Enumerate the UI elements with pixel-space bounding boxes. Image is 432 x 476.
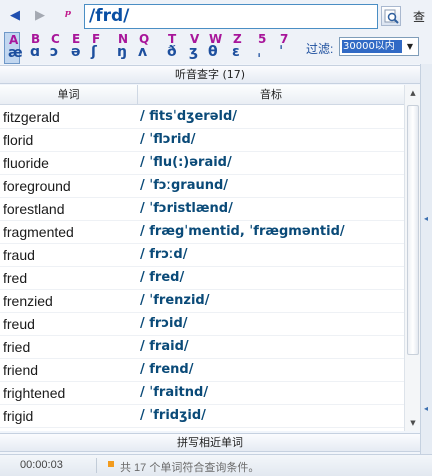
row-phonetic: / fraid/	[140, 339, 189, 354]
row-word: friend	[3, 362, 39, 378]
table-row[interactable]: foreground / ˈfɔːgraund/	[0, 175, 404, 198]
column-header-phonetic[interactable]: 音标	[138, 85, 404, 105]
phonetic-key[interactable]: Qʌ	[135, 32, 151, 64]
filter-select[interactable]: 30000以内 ▼	[339, 37, 419, 56]
row-phonetic: / ˈflɔrid/	[140, 132, 196, 147]
row-phonetic: / fred/	[140, 270, 185, 285]
row-word: fitzgerald	[3, 109, 60, 125]
dropdown-arrow-icon[interactable]: ▼	[403, 39, 417, 54]
results-header[interactable]: 听音查字 (17)	[0, 65, 420, 84]
filter-selected-value: 30000以内	[342, 40, 402, 53]
column-header-word[interactable]: 单词	[0, 85, 138, 105]
toolbar: ◀ ▶ ᵖ /frd/ 查	[0, 0, 432, 32]
side-panel-arrow-icon[interactable]: ◂	[424, 214, 430, 223]
status-bullet-icon	[108, 461, 114, 467]
table-row[interactable]: florid / ˈflɔrid/	[0, 129, 404, 152]
row-word: frenzied	[3, 293, 53, 309]
row-word: fragmented	[3, 224, 74, 240]
status-divider	[96, 458, 97, 473]
table-row[interactable]: fitzgerald / fitsˈdʒerəld/	[0, 106, 404, 129]
forward-arrow-icon[interactable]: ▶	[33, 8, 47, 24]
scroll-thumb[interactable]	[407, 105, 419, 355]
row-word: fried	[3, 339, 31, 355]
row-phonetic: / ˈfrenzid/	[140, 293, 210, 308]
query-button[interactable]: 查	[413, 8, 425, 25]
phonetic-key-symbol: ʌ	[138, 44, 148, 60]
results-table: 单词 音标 fitzgerald / fitsˈdʒerəld/florid / ˈ…	[0, 85, 420, 431]
row-phonetic: / ˈfɔːgraund/	[140, 178, 229, 193]
phonetic-key[interactable]: Eə	[68, 32, 84, 64]
row-word: florid	[3, 132, 34, 148]
phonetic-key[interactable]: Nŋ	[114, 32, 130, 64]
row-word: foreground	[3, 178, 71, 194]
row-phonetic: / ˈfridʒid/	[140, 408, 206, 423]
phonetic-key[interactable]: Bɑ	[27, 32, 43, 64]
row-phonetic: / frend/	[140, 362, 194, 377]
scroll-down-icon[interactable]: ▼	[407, 417, 419, 429]
side-panel-arrow-icon[interactable]: ◂	[424, 404, 430, 413]
phonetic-key[interactable]: 5ˌ	[254, 32, 270, 64]
phonetic-key-symbol: ʃ	[91, 44, 97, 60]
row-word: fluoride	[3, 155, 49, 171]
table-row[interactable]: friend / frend/	[0, 359, 404, 382]
row-word: fred	[3, 270, 28, 286]
phonetic-key-symbol: θ	[208, 44, 218, 60]
table-row[interactable]: frigid / ˈfridʒid/	[0, 405, 404, 428]
table-row[interactable]: fried / fraid/	[0, 336, 404, 359]
status-message: 共 17 个单词符合查询条件。	[120, 462, 260, 474]
phonetic-key[interactable]: Wθ	[205, 32, 222, 64]
search-input[interactable]: /frd/	[84, 4, 378, 29]
row-word: forestland	[3, 201, 65, 217]
phonetic-keyboard: AæBɑCɔEəFʃ NŋQʌ TðVʒWθZε 5ˌ7ˈ 过滤: 30000以内 ▼	[0, 32, 432, 64]
phonetic-key-symbol: ɑ	[30, 44, 41, 60]
row-word: freud	[3, 316, 35, 332]
row-word: fraud	[3, 247, 35, 263]
phonetic-key-symbol: æ	[8, 45, 23, 61]
row-phonetic: / ˈfraitnd/	[140, 385, 209, 400]
table-row[interactable]: fluoride / ˈflu(:)əraid/	[0, 152, 404, 175]
filter-label: 过滤:	[306, 42, 334, 56]
row-phonetic: / ˈfɔristlænd/	[140, 201, 233, 216]
row-word: frightened	[3, 385, 66, 401]
table-row[interactable]: frightened / ˈfraitnd/	[0, 382, 404, 405]
table-row[interactable]: fraud / frɔːd/	[0, 244, 404, 267]
phonetic-key-symbol: ˈ	[279, 44, 284, 60]
table-row[interactable]: forestland / ˈfɔristlænd/	[0, 198, 404, 221]
table-row[interactable]: freud / frɔid/	[0, 313, 404, 336]
side-panel-edge[interactable]: ◂ ◂	[420, 64, 432, 454]
phonetic-key-symbol: ʒ	[189, 44, 198, 60]
phonetic-key-symbol: ɔ	[50, 44, 59, 60]
phonetic-key[interactable]: Fʃ	[88, 32, 104, 64]
phonetic-key-symbol: ε	[232, 44, 240, 60]
phonetic-key-symbol: ə	[71, 44, 81, 60]
phonetic-key-symbol: ˌ	[257, 44, 262, 60]
row-phonetic: / ˈflu(:)əraid/	[140, 155, 232, 170]
row-phonetic: / frɔid/	[140, 316, 188, 331]
search-button[interactable]	[381, 6, 401, 26]
vertical-scrollbar[interactable]: ▲ ▼	[404, 85, 420, 431]
table-row[interactable]: fragmented / frægˈmentid, ˈfrægməntid/	[0, 221, 404, 244]
row-phonetic: / frɔːd/	[140, 247, 188, 262]
back-arrow-icon[interactable]: ◀	[8, 8, 22, 24]
phonetic-key[interactable]: 7ˈ	[276, 32, 292, 64]
elapsed-time: 00:00:03	[20, 459, 63, 471]
row-word: frigid	[3, 408, 34, 424]
magnifier-icon	[384, 9, 399, 24]
scroll-up-icon[interactable]: ▲	[407, 87, 419, 99]
row-phonetic: / fitsˈdʒerəld/	[140, 109, 238, 124]
status-bar: 00:00:03 共 17 个单词符合查询条件。	[0, 454, 432, 476]
row-phonetic: / frægˈmentid, ˈfrægməntid/	[140, 224, 345, 239]
phonetic-key[interactable]: Tð	[164, 32, 180, 64]
phonetic-key-symbol: ŋ	[117, 44, 127, 60]
similar-words-header[interactable]: 拼写相近单词	[0, 433, 420, 452]
phonetic-key[interactable]: Aæ	[4, 32, 23, 64]
table-row[interactable]: frenzied / ˈfrenzid/	[0, 290, 404, 313]
phonetic-key[interactable]: Cɔ	[47, 32, 63, 64]
phonetic-key[interactable]: Vʒ	[186, 32, 202, 64]
pronounce-icon[interactable]: ᵖ	[58, 6, 78, 26]
phonetic-key-symbol: ð	[167, 44, 177, 60]
table-row[interactable]: fred / fred/	[0, 267, 404, 290]
phonetic-key[interactable]: Zε	[229, 32, 245, 64]
